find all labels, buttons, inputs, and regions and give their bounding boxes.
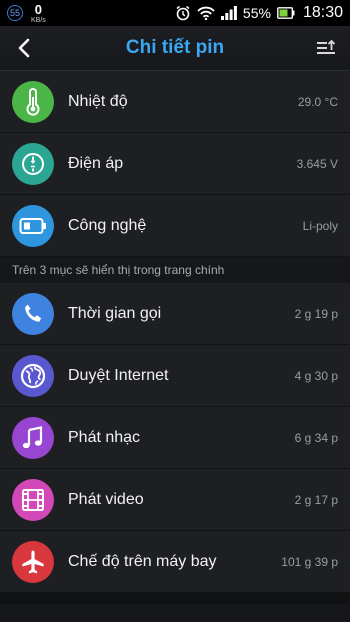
- page-title: Chi tiết pin: [125, 37, 225, 58]
- item-label: Duyệt Internet: [68, 366, 169, 384]
- alarm-icon: [175, 5, 191, 21]
- status-bar: 55 0 KB/s 55% 18:30: [0, 0, 350, 26]
- item-value: 6 g 34 p: [294, 430, 338, 445]
- item-value: 29.0 °C: [297, 94, 338, 109]
- list-item-technology[interactable]: Công nghệ Li-poly: [0, 195, 350, 257]
- item-value: 3.645 V: [296, 156, 338, 171]
- sort-button[interactable]: [314, 36, 338, 60]
- battery-detail-list: Nhiệt độ 29.0 °C Điện áp 3.645 V Công ng…: [0, 71, 350, 593]
- network-speed-value: 0: [34, 1, 43, 17]
- battery-icon-status: [277, 7, 295, 19]
- item-label: Phát nhạc: [68, 428, 141, 446]
- item-label: Chế độ trên máy bay: [68, 552, 217, 570]
- item-label: Nhiệt độ: [68, 92, 128, 110]
- film-icon: [12, 478, 54, 521]
- network-speed-unit: KB/s: [31, 16, 46, 24]
- chevron-left-icon: [18, 38, 30, 58]
- item-value: 101 g 39 p: [281, 554, 338, 569]
- item-label: Thời gian gọi: [68, 304, 162, 322]
- thermometer-icon: [12, 80, 54, 123]
- list-item-internet[interactable]: Duyệt Internet 4 g 30 p: [0, 345, 350, 407]
- list-item-video[interactable]: Phát video 2 g 17 p: [0, 469, 350, 531]
- clock: 18:30: [302, 4, 343, 21]
- phone-icon: [12, 292, 54, 335]
- item-value: 4 g 30 p: [294, 368, 338, 383]
- bottom-strip: [0, 604, 350, 622]
- network-speed: 0 KB/s: [31, 3, 46, 24]
- status-left: 55 0 KB/s: [7, 3, 46, 24]
- notification-count-badge: 55: [7, 5, 23, 21]
- item-label: Phát video: [68, 490, 144, 508]
- status-right: 55% 18:30: [175, 4, 343, 22]
- item-value: 2 g 19 p: [294, 306, 338, 321]
- voltage-icon: [12, 142, 54, 185]
- list-item-temperature[interactable]: Nhiệt độ 29.0 °C: [0, 71, 350, 133]
- battery-icon: [12, 204, 54, 247]
- item-label: Công nghệ: [68, 216, 147, 234]
- item-value: Li-poly: [302, 218, 338, 233]
- airplane-icon: [12, 540, 54, 583]
- item-value: 2 g 17 p: [294, 492, 338, 507]
- list-item-voltage[interactable]: Điện áp 3.645 V: [0, 133, 350, 195]
- list-item-airplane-mode[interactable]: Chế độ trên máy bay 101 g 39 p: [0, 531, 350, 593]
- item-label: Điện áp: [68, 154, 124, 172]
- section-caption: Trên 3 mục sẽ hiển thị trong trang chính: [0, 257, 350, 283]
- signal-icon: [220, 6, 237, 20]
- app-header: Chi tiết pin: [0, 26, 350, 71]
- list-item-music[interactable]: Phát nhạc 6 g 34 p: [0, 407, 350, 469]
- back-button[interactable]: [12, 36, 36, 60]
- wifi-icon: [197, 6, 215, 20]
- music-note-icon: [12, 416, 54, 459]
- list-item-call-time[interactable]: Thời gian gọi 2 g 19 p: [0, 283, 350, 345]
- sort-icon: [317, 39, 336, 54]
- battery-percent: 55%: [242, 5, 271, 21]
- globe-icon: [12, 354, 54, 397]
